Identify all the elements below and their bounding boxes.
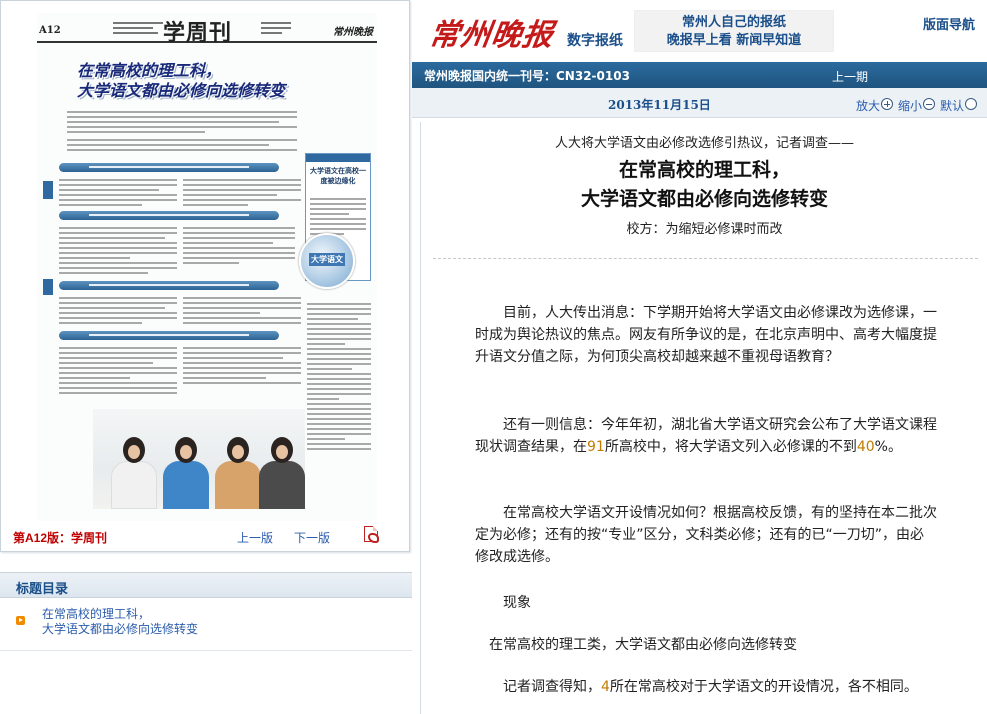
thumbnail-tab [43, 279, 53, 295]
thumbnail-section-bar [59, 211, 279, 220]
thumbnail-column [59, 179, 177, 209]
thumbnail-section: 学周刊 [163, 20, 233, 46]
toc-title: 标题目录 [16, 581, 69, 596]
toc-link[interactable]: 在常高校的理工科， 大学语文都由必修向选修转变 [42, 607, 198, 637]
thumbnail-page-number: A12 [39, 25, 61, 36]
thumbnail-column [307, 303, 371, 453]
page-thumbnail[interactable]: A12 学周刊 常州晚报 在常高校的理工科， 大学语文都由必修向选修转变 大学语… [37, 13, 377, 521]
play-bullet-icon [16, 616, 25, 625]
thumbnail-section-bar [59, 331, 279, 340]
thumbnail-column [59, 227, 177, 277]
next-page-link[interactable]: 下一版 [294, 529, 330, 546]
site-banner: 常州晚报 数字报纸 常州人自己的报纸 晚报早上看 新闻早知道 版面导航 [412, 0, 987, 62]
zoom-default-link[interactable]: 默认 [940, 97, 964, 114]
thumbnail-column [59, 297, 177, 327]
zoom-out-icon[interactable] [923, 98, 935, 110]
thumbnail-lede [67, 111, 297, 136]
brand-logo[interactable]: 常州晚报 [427, 10, 557, 54]
thumbnail-column [183, 297, 301, 327]
article-kicker: 人大将大学语文由必修改选修引热议，记者调查—— [554, 136, 854, 151]
thumbnail-lede-2 [67, 139, 297, 154]
thumbnail-column [183, 179, 301, 209]
zoom-default-icon[interactable] [965, 98, 977, 110]
date-toolbar: 2013年11月15日 放大 缩小 默认 [412, 88, 987, 118]
slogan-banner: 常州人自己的报纸 晚报早上看 新闻早知道 [634, 10, 834, 52]
article-paragraph: 记者调查得知，4所在常高校对于大学语文的开设情况，各不相同。 [503, 679, 918, 695]
thumbnail-column [183, 227, 295, 267]
thumbnail-section-bar [59, 163, 279, 172]
article-subhead: 校方：为缩短必修课时而改 [626, 222, 783, 237]
toc-header: 标题目录 [0, 572, 412, 598]
pdf-icon[interactable] [364, 526, 379, 543]
zoom-in-link[interactable]: 放大 [856, 97, 880, 114]
article-headline: 在常高校的理工科， 大学语文都由必修向选修转变 [580, 159, 828, 210]
issue-bar: 常州晚报国内统一刊号：CN32-0103 上一期 [412, 62, 987, 88]
page-thumbnail-frame: A12 学周刊 常州晚报 在常高校的理工科， 大学语文都由必修向选修转变 大学语… [0, 0, 410, 552]
thumbnail-column [183, 347, 301, 387]
left-panel: A12 学周刊 常州晚报 在常高校的理工科， 大学语文都由必修向选修转变 大学语… [0, 0, 412, 714]
thumbnail-tab [43, 181, 53, 199]
zoom-in-icon[interactable] [881, 98, 893, 110]
prev-issue-link[interactable]: 上一期 [832, 68, 868, 85]
article-paragraph: 在常高校大学语文开设情况如何？根据高校反馈，有的坚持在本二批次定为必修；还有的按… [475, 505, 937, 565]
right-panel: 常州晚报 数字报纸 常州人自己的报纸 晚报早上看 新闻早知道 版面导航 常州晚报… [412, 0, 987, 714]
article-subheading: 在常高校的理工类，大学语文都由必修向选修转变 [489, 637, 797, 653]
thumbnail-book-graphic: 大学语文 [299, 233, 355, 289]
article-paragraph: 还有一则信息：今年年初，湖北省大学语文研究会公布了大学语文课程现状调查结果，在9… [475, 417, 937, 455]
article-section-label: 现象 [503, 595, 531, 611]
thumbnail-column [59, 347, 177, 397]
thumbnail-masthead: A12 学周刊 常州晚报 [37, 13, 377, 46]
article-body: 人大将大学语文由必修改选修引热议，记者调查—— 在常高校的理工科， 大学语文都由… [420, 122, 987, 714]
thumbnail-section-bar [59, 281, 279, 290]
page-caption: 第A12版：学周刊 [13, 531, 108, 545]
thumbnail-meta-2 [261, 19, 291, 37]
issue-date: 2013年11月15日 [608, 98, 711, 112]
thumbnail-brand: 常州晚报 [333, 27, 373, 38]
brand-product: 数字报纸 [567, 33, 623, 49]
page-nav-link[interactable]: 版面导航 [923, 14, 975, 33]
zoom-out-link[interactable]: 缩小 [898, 97, 922, 114]
thumbnail-photo [93, 409, 305, 509]
thumbnail-meta [113, 19, 163, 37]
toc-divider [0, 650, 412, 651]
prev-page-link[interactable]: 上一版 [237, 529, 273, 546]
article-divider [433, 258, 978, 259]
thumbnail-headline: 在常高校的理工科， 大学语文都由必修向选修转变 [77, 61, 286, 100]
article-paragraph: 目前，人大传出消息：下学期开始将大学语文由必修课改为选修课，一时成为舆论热议的焦… [475, 305, 937, 365]
issn-text: 常州晚报国内统一刊号：CN32-0103 [424, 69, 630, 83]
